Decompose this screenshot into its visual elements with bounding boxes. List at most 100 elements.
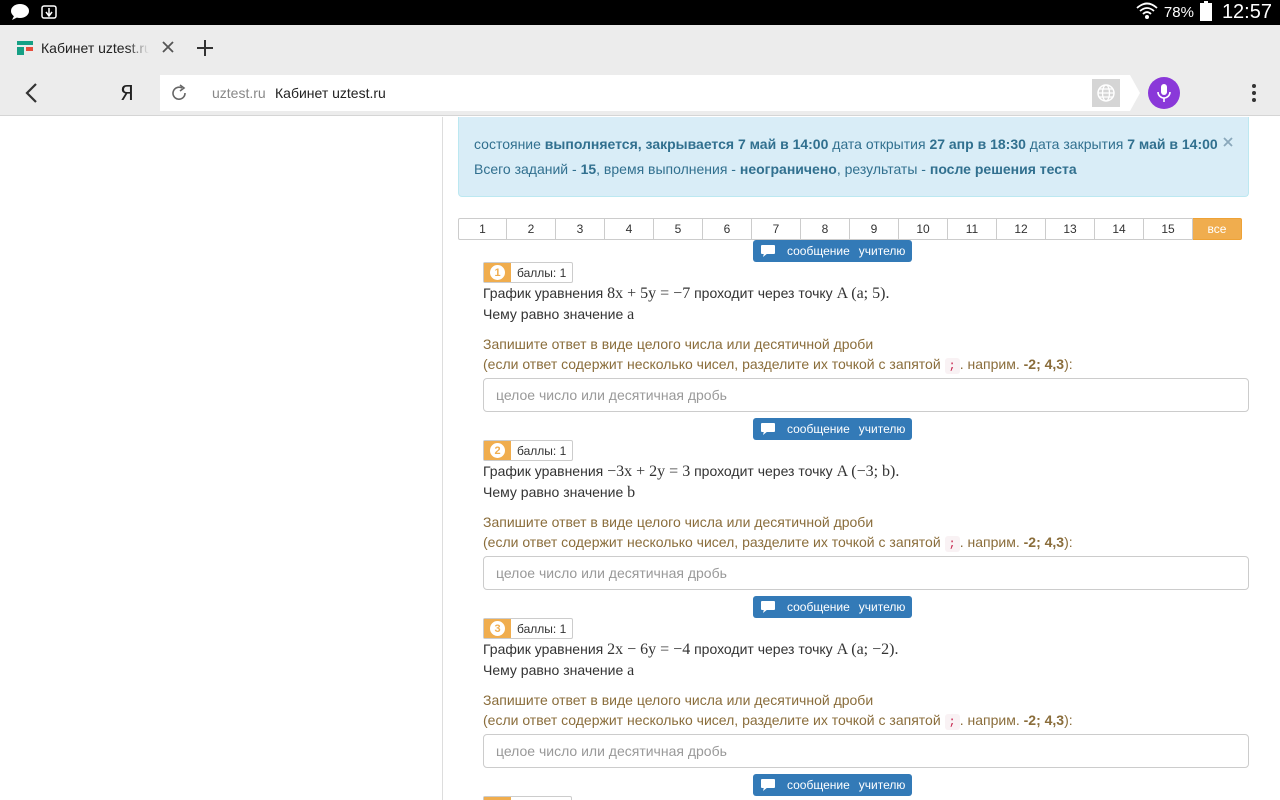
message-button-label: сообщение <box>787 600 850 614</box>
answer-example: -2; 4,3 <box>1023 534 1065 550</box>
answer-hint-end: ): <box>1064 712 1073 728</box>
yandex-logo[interactable]: Я <box>120 81 134 105</box>
comment-icon <box>761 601 775 613</box>
answer-hint-end: ): <box>1064 534 1073 550</box>
answer-hint: Запишите ответ в виде целого числа или д… <box>483 690 1249 732</box>
pager-item[interactable]: 4 <box>605 218 654 240</box>
question-point: A (a; 5). <box>836 285 890 302</box>
pager-item[interactable]: 7 <box>752 218 801 240</box>
column-divider <box>442 117 443 800</box>
answer-input[interactable] <box>483 734 1249 768</box>
question-through: проходит через точку <box>694 463 833 479</box>
site-favicon-icon <box>17 40 33 56</box>
question-pager: 1 2 3 4 5 6 7 8 9 10 11 12 13 14 15 все <box>458 218 1242 240</box>
battery-level: 78% <box>1163 4 1194 21</box>
question-prefix: График уравнения <box>483 641 604 657</box>
pager-item[interactable]: 1 <box>458 218 507 240</box>
message-button-label: сообщение <box>787 422 850 436</box>
question-variable: a <box>627 662 635 679</box>
question-point: A (a; −2). <box>836 641 899 658</box>
question-badge: 1 баллы: 1 <box>483 262 574 283</box>
question-through: проходит через точку <box>694 285 833 301</box>
url-domain: uztest.ru <box>212 85 266 101</box>
message-teacher-button[interactable]: сообщение учителю <box>753 418 912 440</box>
tab-strip: Кабинет uztest.ru <box>0 25 1280 70</box>
question-badge: 2 баллы: 1 <box>483 440 574 461</box>
message-teacher-button[interactable]: сообщение учителю <box>753 240 912 262</box>
pager-item[interactable]: 8 <box>801 218 850 240</box>
question-block: 3 баллы: 1 График уравнения 2x − 6y = −4… <box>483 618 1249 768</box>
test-info-alert: состояние выполняется, закрывается 7 май… <box>458 117 1249 197</box>
status-bar: 78% 12:57 <box>0 0 1280 25</box>
open-date-value: 27 апр в 18:30 <box>929 136 1026 152</box>
answer-hint-line2: (если ответ содержит несколько чисел, ра… <box>483 354 1249 376</box>
answer-hint-text: (если ответ содержит несколько чисел, ра… <box>483 356 941 372</box>
answer-hint-text: (если ответ содержит несколько чисел, ра… <box>483 712 941 728</box>
reload-icon[interactable] <box>170 84 188 102</box>
comment-icon <box>761 779 775 791</box>
question-points: баллы: 1 <box>517 443 567 458</box>
question-number-value: 3 <box>490 621 505 636</box>
answer-hint-line2: (если ответ содержит несколько чисел, ра… <box>483 532 1249 554</box>
question-number-value: 2 <box>490 443 505 458</box>
answer-hint-line1: Запишите ответ в виде целого числа или д… <box>483 514 874 530</box>
message-button-label-2: учителю <box>858 600 906 614</box>
answer-hint-text: (если ответ содержит несколько чисел, ра… <box>483 534 941 550</box>
pager-item[interactable]: 10 <box>899 218 948 240</box>
question-badge-partial <box>483 796 572 800</box>
question-block: 2 баллы: 1 График уравнения −3x + 2y = 3… <box>483 440 1249 590</box>
message-teacher-button[interactable]: сообщение учителю <box>753 774 912 796</box>
gesture-notification-icon <box>40 3 60 24</box>
question-points: баллы: 1 <box>517 265 567 280</box>
pager-item[interactable]: 3 <box>556 218 605 240</box>
voice-search-microphone-icon[interactable] <box>1148 77 1180 109</box>
test-status-line: состояние выполняется, закрывается 7 май… <box>474 132 1232 157</box>
total-tasks-value: 15 <box>580 161 597 177</box>
time-value: неограничено <box>739 161 837 177</box>
translate-globe-icon[interactable] <box>1092 79 1120 107</box>
question-number: 3 <box>484 619 511 638</box>
state-label: состояние <box>474 136 541 152</box>
message-teacher-button[interactable]: сообщение учителю <box>753 596 912 618</box>
pager-item[interactable]: 9 <box>850 218 899 240</box>
pager-item[interactable]: 13 <box>1046 218 1095 240</box>
question-equation: −3x + 2y = 3 <box>607 463 691 480</box>
more-menu-icon[interactable] <box>1246 83 1262 103</box>
question-ask: Чему равно значение <box>483 662 624 678</box>
close-date-label: дата закрытия <box>1029 136 1124 152</box>
question-block: 1 баллы: 1 График уравнения 8x + 5y = −7… <box>483 262 1249 412</box>
answer-hint: Запишите ответ в виде целого числа или д… <box>483 512 1249 554</box>
answer-hint-line1: Запишите ответ в виде целого числа или д… <box>483 692 874 708</box>
address-bar[interactable]: uztest.ru Кабинет uztest.ru <box>160 75 1140 111</box>
time-label: , время выполнения - <box>596 161 736 177</box>
back-arrow-icon[interactable] <box>22 82 42 104</box>
pager-item[interactable]: 5 <box>654 218 703 240</box>
message-button-label: сообщение <box>787 778 850 792</box>
page-content: состояние выполняется, закрывается 7 май… <box>0 117 1280 800</box>
answer-hint-end: ): <box>1064 356 1073 372</box>
clock: 12:57 <box>1221 1 1272 23</box>
question-text: График уравнения 2x − 6y = −4 проходит ч… <box>483 639 1249 681</box>
new-tab-plus-icon[interactable] <box>195 38 215 58</box>
pager-item[interactable]: 6 <box>703 218 752 240</box>
browser-tab[interactable]: Кабинет uztest.ru <box>0 25 185 70</box>
pager-item[interactable]: 12 <box>997 218 1046 240</box>
pager-item[interactable]: 14 <box>1095 218 1144 240</box>
pager-item[interactable]: 11 <box>948 218 997 240</box>
question-variable: a <box>627 306 635 323</box>
question-equation: 8x + 5y = −7 <box>607 285 691 302</box>
close-tab-icon[interactable] <box>160 39 176 55</box>
close-alert-icon[interactable] <box>1222 131 1234 147</box>
results-label: , результаты - <box>836 161 926 177</box>
question-number: 1 <box>484 263 511 282</box>
tab-title: Кабинет uztest.ru <box>41 39 149 56</box>
answer-input[interactable] <box>483 378 1249 412</box>
question-ask: Чему равно значение <box>483 484 624 500</box>
question-badge: 3 баллы: 1 <box>483 618 574 639</box>
pager-item[interactable]: 2 <box>507 218 556 240</box>
pager-item[interactable]: 15 <box>1144 218 1193 240</box>
pager-item-all[interactable]: все <box>1193 218 1242 240</box>
separator-code: ; <box>944 536 960 552</box>
answer-input[interactable] <box>483 556 1249 590</box>
question-number: 2 <box>484 441 511 460</box>
